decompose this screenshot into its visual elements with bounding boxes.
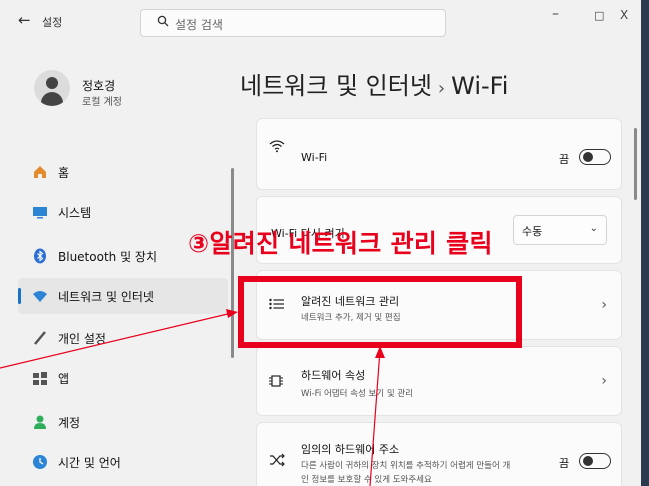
- annotation-arrows: [0, 309, 385, 486]
- arrowhead-bottom: [375, 346, 385, 358]
- arrow-line-bottom: [369, 349, 381, 486]
- arrowhead-left: [226, 309, 238, 318]
- arrow-line-left: [0, 311, 237, 369]
- desktop-background: [641, 0, 649, 486]
- settings-window: ← 설정 설정 검색 – □ X 정호경 로컬 계정 홈 시스템 Bluetoo…: [0, 0, 642, 486]
